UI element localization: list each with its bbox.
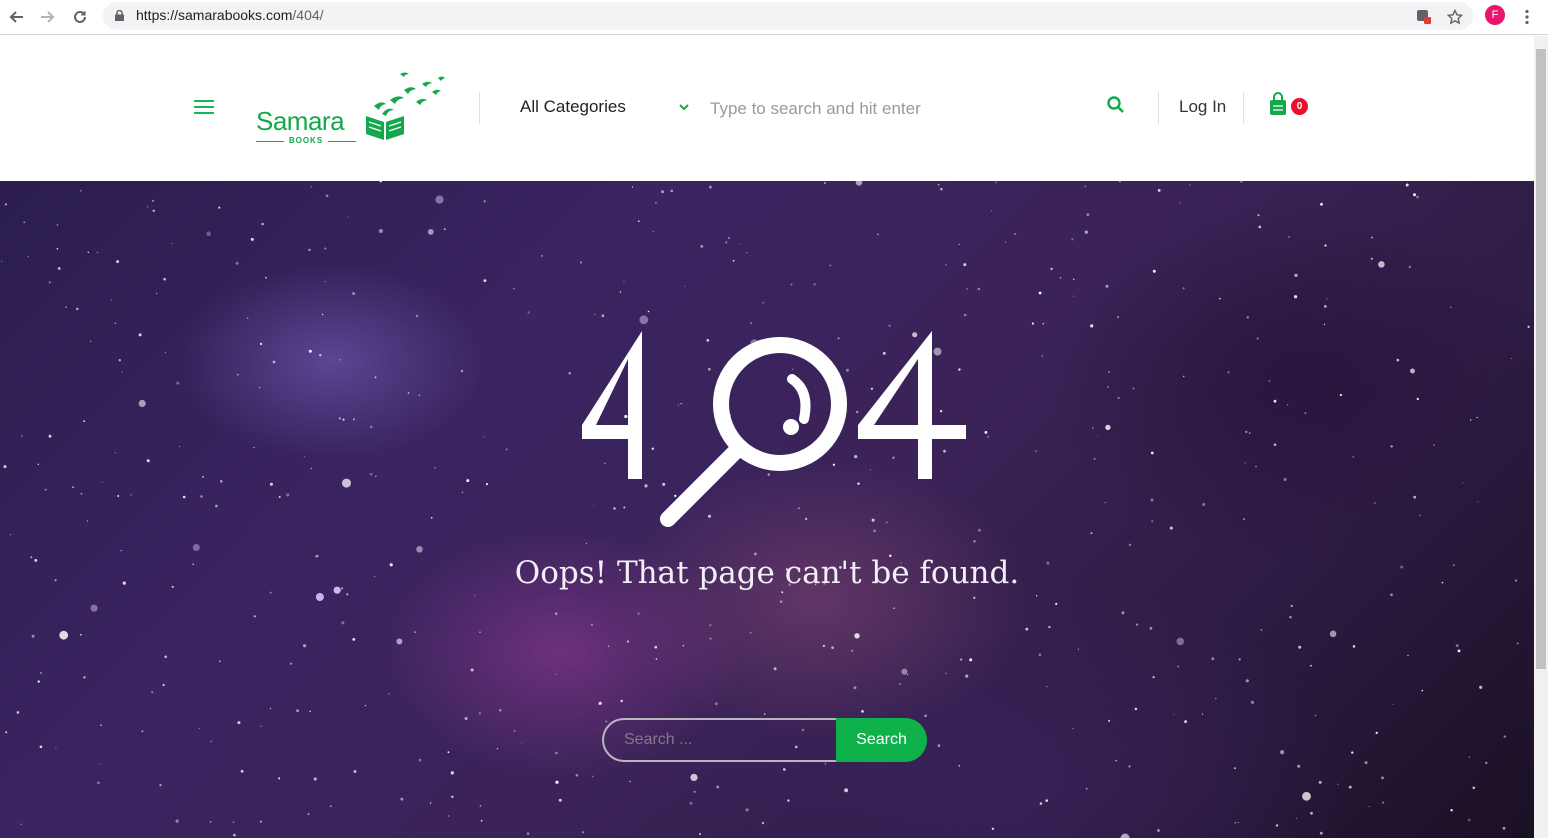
url-host: https://samarabooks.com xyxy=(136,7,293,23)
404-magnifier-graphic xyxy=(582,331,966,527)
cart-count-badge: 0 xyxy=(1291,98,1308,115)
header-divider xyxy=(1158,92,1159,124)
page-scrollbar[interactable] xyxy=(1534,36,1548,838)
back-icon[interactable] xyxy=(4,5,28,29)
site-header: Samara BOOKS All Categories Type to sear… xyxy=(0,36,1534,181)
url-path: /404/ xyxy=(292,7,324,23)
url-text: https://samarabooks.com/404/ xyxy=(136,7,324,23)
header-search-input[interactable]: Type to search and hit enter xyxy=(710,99,921,119)
star-icon[interactable] xyxy=(1443,5,1467,29)
logo-subtext: BOOKS xyxy=(254,136,358,145)
error-message: Oops! That page can't be found. xyxy=(514,555,1020,591)
login-link[interactable]: Log In xyxy=(1179,97,1226,117)
header-divider xyxy=(479,92,480,124)
header-divider xyxy=(1243,92,1244,124)
forward-icon[interactable] xyxy=(36,5,60,29)
shopping-bag-icon[interactable] xyxy=(1268,92,1288,116)
chevron-down-icon[interactable] xyxy=(678,102,690,112)
profile-avatar[interactable]: F xyxy=(1485,5,1505,25)
site-search-input[interactable] xyxy=(602,718,842,762)
reload-icon[interactable] xyxy=(68,5,92,29)
search-button[interactable]: Search xyxy=(836,718,927,762)
search-icon[interactable] xyxy=(1106,95,1126,115)
hamburger-menu-icon[interactable] xyxy=(194,100,214,114)
translate-icon[interactable] xyxy=(1412,5,1436,29)
hero-404-section: Oops! That page can't be found. Search xyxy=(0,181,1534,838)
browser-toolbar: https://samarabooks.com/404/ F xyxy=(0,0,1548,35)
category-select[interactable]: All Categories xyxy=(520,97,626,117)
logo-birds-book-icon xyxy=(366,72,445,140)
site-search-form: Search xyxy=(602,718,928,762)
address-bar[interactable]: https://samarabooks.com/404/ xyxy=(103,2,1473,30)
site-logo[interactable]: Samara BOOKS xyxy=(254,70,454,150)
menu-dots-icon[interactable] xyxy=(1515,5,1539,29)
scrollbar-thumb[interactable] xyxy=(1536,49,1546,669)
lock-icon xyxy=(115,10,124,21)
logo-text: Samara xyxy=(256,106,345,136)
